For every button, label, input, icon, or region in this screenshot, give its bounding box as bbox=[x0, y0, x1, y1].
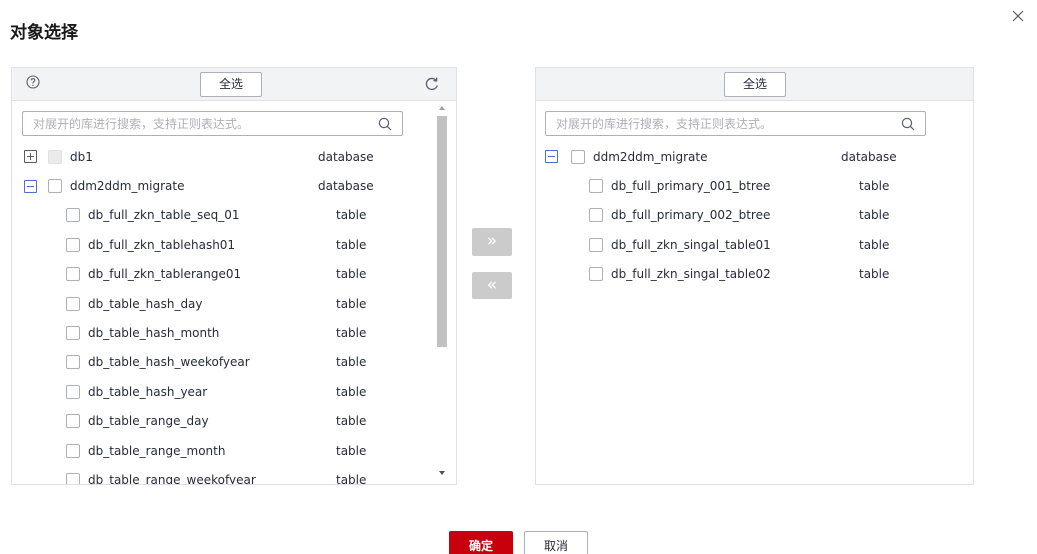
tree-row-database[interactable]: db1 database bbox=[12, 142, 436, 171]
object-type-label: table bbox=[336, 208, 367, 223]
object-type-label: table bbox=[336, 267, 367, 282]
tree-row-database[interactable]: ddm2ddm_migrate database bbox=[536, 142, 973, 171]
table-name: db_full_zkn_table_seq_01 bbox=[88, 208, 240, 223]
tree-row-table[interactable]: db_table_hash_weekofyear table bbox=[12, 348, 436, 377]
object-type-label: table bbox=[336, 355, 367, 370]
tree-row-table[interactable]: db_table_range_month table bbox=[12, 436, 436, 465]
tree-row-table[interactable]: db_full_zkn_singal_table01 table bbox=[536, 230, 973, 259]
table-name: db_table_hash_day bbox=[88, 296, 203, 311]
collapse-icon[interactable] bbox=[24, 179, 37, 193]
scrollbar-thumb[interactable] bbox=[437, 116, 447, 347]
checkbox[interactable] bbox=[66, 384, 80, 399]
tree-row-table[interactable]: db_full_primary_001_btree table bbox=[536, 171, 973, 200]
object-type-label: table bbox=[859, 208, 890, 223]
scroll-down-arrow-icon[interactable] bbox=[439, 471, 445, 475]
table-name: db_full_zkn_tablerange01 bbox=[88, 267, 242, 282]
checkbox[interactable] bbox=[48, 179, 62, 194]
search-input[interactable] bbox=[23, 112, 373, 135]
tree-row-table[interactable]: db_full_zkn_tablerange01 table bbox=[12, 260, 436, 289]
tree-row-table[interactable]: db_table_hash_day table bbox=[12, 289, 436, 318]
confirm-button[interactable]: 确定 bbox=[449, 531, 513, 554]
checkbox[interactable] bbox=[571, 149, 585, 164]
source-panel-toolbar: 全选 bbox=[12, 68, 456, 101]
tree-row-table[interactable]: db_full_primary_002_btree table bbox=[536, 201, 973, 230]
database-name: ddm2ddm_migrate bbox=[593, 149, 708, 164]
move-left-button[interactable]: « bbox=[472, 272, 512, 299]
object-type-label: database bbox=[318, 179, 374, 194]
checkbox bbox=[48, 149, 62, 164]
scroll-up-arrow-icon[interactable] bbox=[439, 106, 445, 110]
selected-object-tree: ddm2ddm_migrate database db_full_primary_0… bbox=[536, 142, 973, 484]
checkbox[interactable] bbox=[66, 267, 80, 282]
table-name: db_full_zkn_singal_table01 bbox=[611, 237, 771, 252]
move-right-button[interactable]: » bbox=[472, 228, 512, 256]
object-type-label: table bbox=[336, 443, 367, 458]
object-type-label: database bbox=[318, 149, 374, 164]
table-name: db_table_range_day bbox=[88, 414, 209, 429]
cancel-button[interactable]: 取消 bbox=[524, 531, 588, 554]
table-name: db_full_zkn_singal_table02 bbox=[611, 267, 771, 282]
checkbox[interactable] bbox=[66, 472, 80, 484]
checkbox[interactable] bbox=[66, 443, 80, 458]
object-type-label: table bbox=[336, 237, 367, 252]
checkbox[interactable] bbox=[589, 208, 603, 223]
checkbox[interactable] bbox=[589, 179, 603, 194]
object-type-label: table bbox=[336, 384, 367, 399]
object-type-label: table bbox=[859, 237, 890, 252]
search-box bbox=[545, 111, 926, 136]
checkbox[interactable] bbox=[66, 355, 80, 370]
tree-row-table[interactable]: db_full_zkn_singal_table02 table bbox=[536, 260, 973, 289]
database-name: db1 bbox=[70, 149, 93, 164]
selected-panel: 全选 ddm2ddm_migrate database db_full_primar… bbox=[535, 67, 974, 485]
database-name: ddm2ddm_migrate bbox=[70, 179, 185, 194]
source-object-tree: db1 database ddm2ddm_migrate database db_ful… bbox=[12, 142, 436, 484]
table-name: db_full_zkn_tablehash01 bbox=[88, 237, 236, 252]
collapse-icon[interactable] bbox=[545, 150, 558, 164]
tree-row-table[interactable]: db_full_zkn_tablehash01 table bbox=[12, 230, 436, 259]
table-name: db_table_hash_year bbox=[88, 384, 208, 399]
checkbox[interactable] bbox=[66, 296, 80, 311]
tree-row-table[interactable]: db_full_zkn_table_seq_01 table bbox=[12, 201, 436, 230]
checkbox[interactable] bbox=[66, 414, 80, 429]
tree-row-table[interactable]: db_table_range_day table bbox=[12, 407, 436, 436]
close-icon[interactable] bbox=[1012, 10, 1024, 22]
table-name: db_table_range_weekofyear bbox=[88, 472, 256, 484]
table-name: db_table_hash_weekofyear bbox=[88, 355, 250, 370]
checkbox[interactable] bbox=[66, 208, 80, 223]
object-type-label: table bbox=[859, 267, 890, 282]
select-all-button[interactable]: 全选 bbox=[724, 72, 786, 97]
search-icon[interactable] bbox=[901, 117, 915, 131]
object-type-label: table bbox=[336, 326, 367, 341]
search-input[interactable] bbox=[546, 112, 896, 135]
refresh-icon[interactable] bbox=[424, 76, 440, 92]
tree-row-table[interactable]: db_table_range_weekofyear table bbox=[12, 465, 436, 484]
table-name: db_full_primary_002_btree bbox=[611, 208, 771, 223]
search-icon[interactable] bbox=[378, 117, 392, 131]
search-box bbox=[22, 111, 403, 136]
checkbox[interactable] bbox=[589, 237, 603, 252]
checkbox[interactable] bbox=[589, 267, 603, 282]
object-type-label: table bbox=[336, 414, 367, 429]
selected-panel-toolbar: 全选 bbox=[536, 68, 973, 101]
tree-row-database[interactable]: ddm2ddm_migrate database bbox=[12, 171, 436, 200]
object-type-label: database bbox=[841, 149, 897, 164]
select-all-button[interactable]: 全选 bbox=[200, 72, 262, 97]
tree-scrollbar[interactable] bbox=[436, 103, 448, 482]
table-name: db_full_primary_001_btree bbox=[611, 179, 771, 194]
tree-row-table[interactable]: db_table_hash_month table bbox=[12, 318, 436, 347]
checkbox[interactable] bbox=[66, 326, 80, 341]
object-type-label: table bbox=[336, 296, 367, 311]
tree-row-table[interactable]: db_table_hash_year table bbox=[12, 377, 436, 406]
dialog-title: 对象选择 bbox=[10, 23, 78, 43]
table-name: db_table_hash_month bbox=[88, 326, 220, 341]
object-type-label: table bbox=[336, 472, 367, 484]
object-type-label: table bbox=[859, 179, 890, 194]
checkbox[interactable] bbox=[66, 237, 80, 252]
help-circle-icon[interactable] bbox=[26, 75, 40, 89]
table-name: db_table_range_month bbox=[88, 443, 226, 458]
source-panel: 全选 db1 database ddm2ddm_migrate database db_… bbox=[11, 67, 457, 485]
expand-icon[interactable] bbox=[24, 150, 37, 164]
